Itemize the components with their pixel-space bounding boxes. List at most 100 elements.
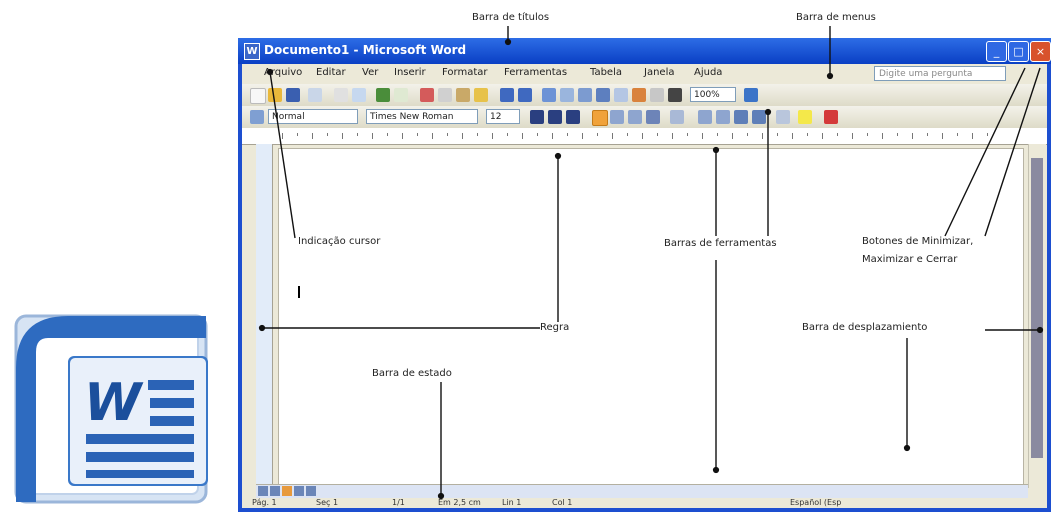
standard-toolbar: 100% — [242, 84, 1047, 107]
vertical-scrollbar[interactable] — [1028, 144, 1046, 488]
increase-indent-icon[interactable] — [752, 110, 766, 124]
justify-icon[interactable] — [646, 110, 660, 124]
copy-icon[interactable] — [438, 88, 452, 102]
tables-borders-icon[interactable] — [560, 88, 574, 102]
format-painter-icon[interactable] — [474, 88, 488, 102]
line-spacing-icon[interactable] — [670, 110, 684, 124]
bold-icon[interactable] — [530, 110, 544, 124]
ruler-tick — [807, 133, 808, 136]
paste-icon[interactable] — [456, 88, 470, 102]
menu-item-insert[interactable]: Inserir — [394, 67, 426, 78]
align-right-icon[interactable] — [628, 110, 642, 124]
scrollbar-thumb[interactable] — [1031, 158, 1043, 458]
ruler-tick — [507, 133, 508, 136]
ruler-tick — [462, 133, 463, 139]
show-hide-icon[interactable] — [668, 88, 682, 102]
font-size-select[interactable]: 12 — [486, 109, 520, 124]
ruler-tick — [657, 133, 658, 136]
save-icon[interactable] — [286, 88, 300, 102]
font-color-icon[interactable] — [824, 110, 838, 124]
print-preview-icon[interactable] — [352, 88, 366, 102]
font-select[interactable]: Times New Roman — [366, 109, 478, 124]
redo-icon[interactable] — [518, 88, 532, 102]
print-layout-icon[interactable] — [282, 486, 292, 496]
status-language: Español (Esp — [790, 498, 842, 507]
document-map-icon[interactable] — [650, 88, 664, 102]
outline-view-icon[interactable] — [294, 486, 304, 496]
window-client-area: Arquivo Editar Ver Inserir Formatar Ferr… — [242, 64, 1047, 508]
document-page[interactable] — [278, 148, 1024, 488]
status-position: Em 2,5 cm — [438, 498, 481, 507]
status-column: Col 1 — [552, 498, 573, 507]
align-center-icon[interactable] — [610, 110, 624, 124]
toolbars-label: Barras de ferramentas — [664, 238, 777, 249]
help-question-box[interactable]: Digite uma pergunta — [874, 66, 1006, 81]
underline-icon[interactable] — [566, 110, 580, 124]
status-page: Pág. 1 — [252, 498, 277, 507]
menu-item-view[interactable]: Ver — [362, 67, 378, 78]
ruler-tick — [342, 133, 343, 139]
zoom-select[interactable]: 100% — [690, 87, 736, 102]
title-bar-label: Barra de títulos — [472, 12, 550, 23]
ruler-tick — [447, 133, 448, 136]
research-icon[interactable] — [394, 88, 408, 102]
styles-pane-icon[interactable] — [250, 110, 264, 124]
ruler-tick — [297, 133, 298, 136]
vertical-ruler[interactable] — [256, 144, 273, 484]
hyperlink-icon[interactable] — [542, 88, 556, 102]
ruler-tick — [747, 133, 748, 136]
cut-icon[interactable] — [420, 88, 434, 102]
insert-excel-icon[interactable] — [596, 88, 610, 102]
ruler-tick — [732, 133, 733, 139]
reading-layout-icon[interactable] — [306, 486, 316, 496]
ruler-tick — [432, 133, 433, 139]
open-folder-icon[interactable] — [268, 88, 282, 102]
outside-border-icon[interactable] — [776, 110, 790, 124]
ruler-tick — [537, 133, 538, 136]
italic-icon[interactable] — [548, 110, 562, 124]
insertion-pointer-label: Indicação cursor — [298, 236, 381, 247]
help-icon[interactable] — [744, 88, 758, 102]
normal-view-icon[interactable] — [258, 486, 268, 496]
spelling-icon[interactable] — [376, 88, 390, 102]
bullets-icon[interactable] — [716, 110, 730, 124]
menu-item-table[interactable]: Tabela — [590, 67, 622, 78]
word-app-icon[interactable]: W — [244, 43, 260, 60]
web-layout-icon[interactable] — [270, 486, 280, 496]
permission-icon[interactable] — [308, 88, 322, 102]
numbering-icon[interactable] — [698, 110, 712, 124]
menu-item-tools[interactable]: Ferramentas — [504, 67, 567, 78]
ruler-tick — [327, 133, 328, 136]
undo-icon[interactable] — [500, 88, 514, 102]
ruler-tick — [822, 133, 823, 139]
minimize-button[interactable]: _ — [986, 41, 1007, 62]
maximize-button[interactable]: □ — [1008, 41, 1029, 62]
menu-item-edit[interactable]: Editar — [316, 67, 346, 78]
status-bar: Pág. 1 Seç 1 1/1 Em 2,5 cm Lin 1 Col 1 E… — [242, 498, 1047, 508]
ruler-tick — [912, 133, 913, 139]
ruler-tick — [642, 133, 643, 139]
highlight-icon[interactable] — [798, 110, 812, 124]
menu-item-help[interactable]: Ajuda — [694, 67, 722, 78]
ruler-tick — [897, 133, 898, 136]
menu-item-format[interactable]: Formatar — [442, 67, 487, 78]
ruler-tick — [672, 133, 673, 139]
ruler-tick — [777, 133, 778, 136]
columns-icon[interactable] — [614, 88, 628, 102]
insertion-cursor — [298, 286, 300, 298]
drawing-icon[interactable] — [632, 88, 646, 102]
menu-bar: Arquivo Editar Ver Inserir Formatar Ferr… — [242, 64, 1047, 84]
menu-item-file[interactable]: Arquivo — [264, 67, 302, 78]
menu-item-window[interactable]: Janela — [644, 67, 674, 78]
horizontal-scrollbar[interactable] — [256, 484, 1028, 499]
print-icon[interactable] — [334, 88, 348, 102]
new-document-icon[interactable] — [250, 88, 266, 104]
align-left-icon[interactable] — [592, 110, 608, 126]
ruler-tick — [357, 133, 358, 136]
close-button[interactable]: × — [1030, 41, 1051, 62]
decrease-indent-icon[interactable] — [734, 110, 748, 124]
window-buttons-label-2: Maximizar e Cerrar — [862, 254, 958, 265]
insert-table-icon[interactable] — [578, 88, 592, 102]
style-select[interactable]: Normal — [268, 109, 358, 124]
horizontal-ruler[interactable] — [242, 128, 1047, 145]
